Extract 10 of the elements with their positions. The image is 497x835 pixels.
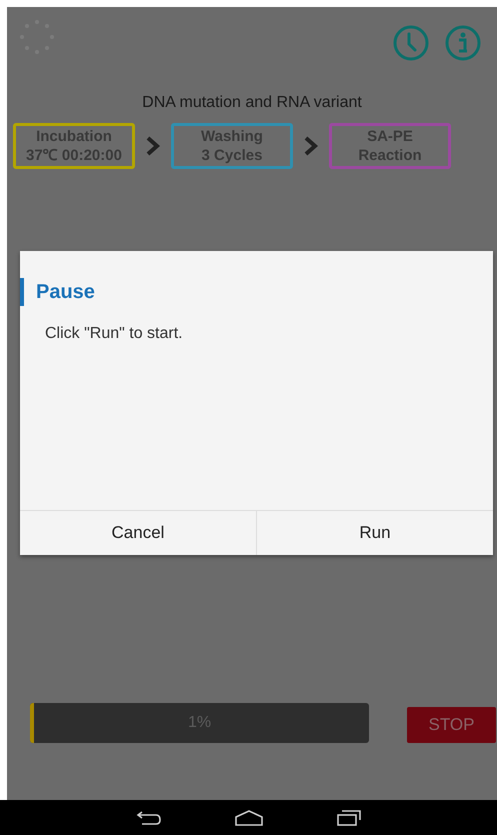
dialog-message: Click "Run" to start.: [45, 325, 183, 342]
home-icon[interactable]: [234, 808, 264, 826]
protocol-title: DNA mutation and RNA variant: [141, 93, 363, 113]
dialog-button[interactable]: Run: [256, 511, 493, 555]
chevron-icon: [303, 135, 319, 157]
recent-apps-icon[interactable]: [336, 808, 362, 826]
back-icon[interactable]: [136, 810, 162, 826]
dialog-button[interactable]: Cancel: [20, 511, 256, 555]
chevron-icon: [145, 135, 161, 157]
dialog-title: Pause: [20, 278, 493, 306]
